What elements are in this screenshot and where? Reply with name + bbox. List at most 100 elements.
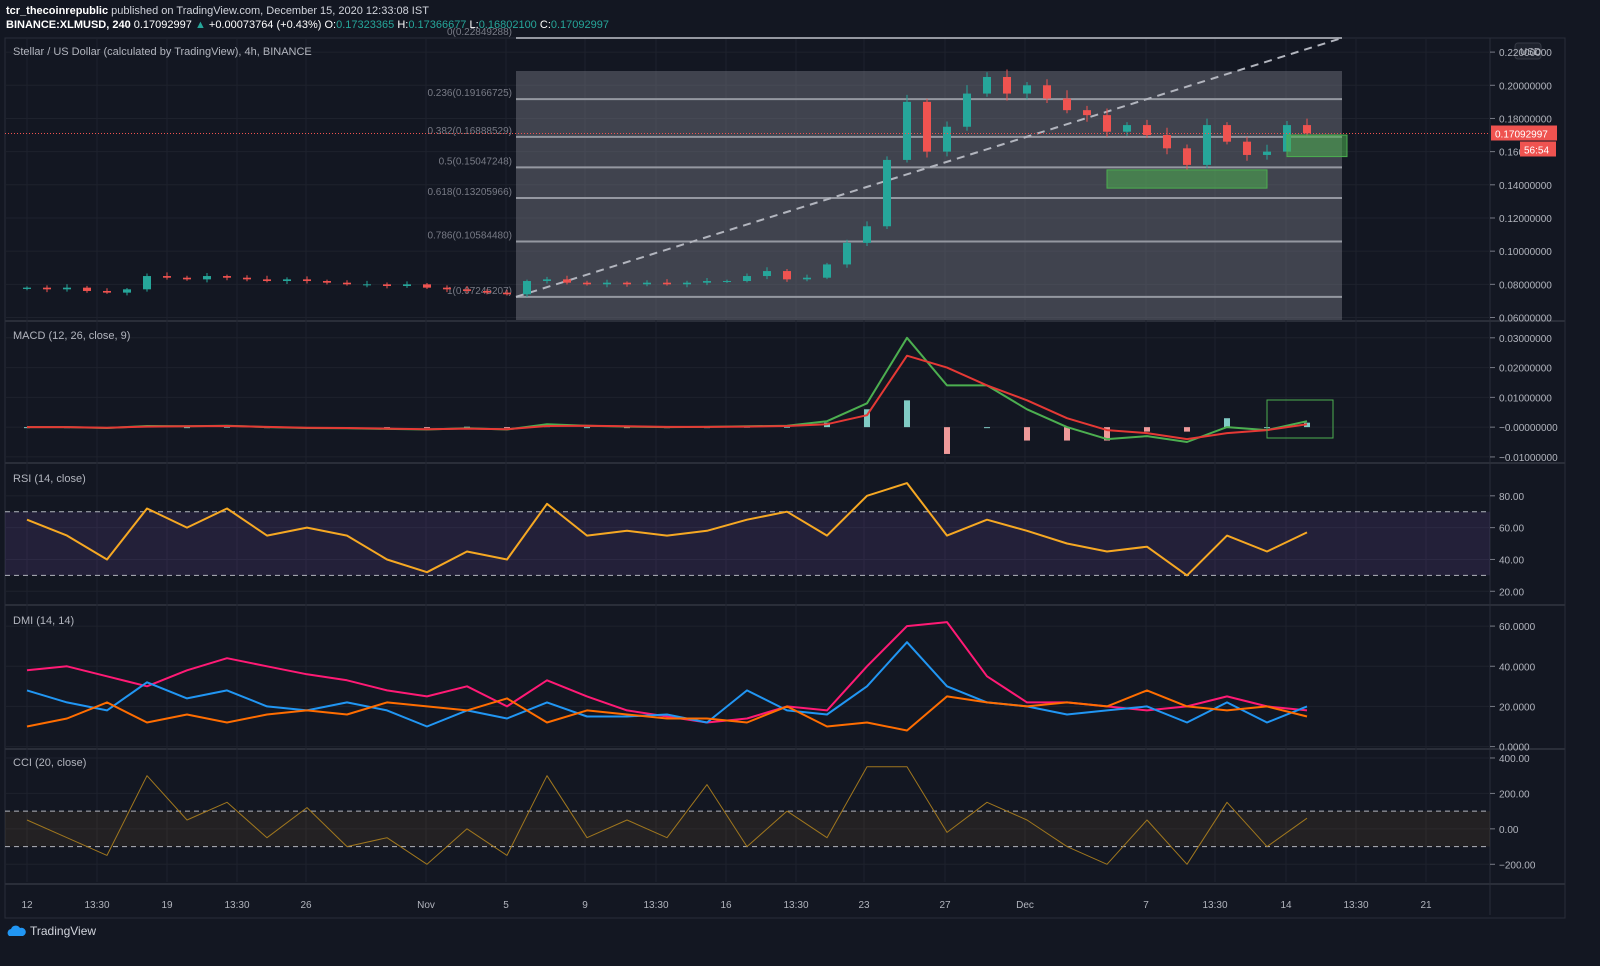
x-tick-label: 23: [858, 900, 870, 911]
candle-body: [223, 276, 231, 278]
fib-level-label: 0(0.22849288): [447, 27, 512, 38]
y-tick-label: 0.18000000: [1499, 114, 1552, 125]
candle-body: [843, 242, 851, 265]
y-tick-label: 20.0000: [1499, 702, 1536, 713]
candle-body: [63, 287, 71, 290]
candle-body: [1143, 125, 1151, 136]
candle-body: [323, 281, 331, 283]
candle-body: [1123, 125, 1131, 132]
macd-histogram-bar: [424, 427, 430, 429]
cci-pane-title: CCI (20, close): [13, 757, 86, 769]
x-tick-label: 9: [582, 900, 588, 911]
y-tick-label: 0.0000: [1499, 743, 1530, 754]
candle-body: [1263, 151, 1271, 155]
candle-body: [603, 282, 611, 285]
candle-body: [1003, 76, 1011, 94]
candle-body: [1183, 148, 1191, 165]
y-tick-label: 0.03000000: [1499, 334, 1552, 345]
x-tick-label: 26: [300, 900, 312, 911]
y-tick-label: 60.0000: [1499, 622, 1536, 633]
y-tick-label: 0.00: [1499, 825, 1519, 836]
candle-body: [883, 159, 891, 227]
macd-histogram-bar: [904, 400, 910, 428]
candle-body: [103, 290, 111, 293]
candle-body: [1083, 110, 1091, 116]
x-tick-label: 13:30: [1343, 900, 1368, 911]
candle-body: [283, 279, 291, 282]
x-tick-label: 13:30: [783, 900, 808, 911]
y-tick-label: 0.20000000: [1499, 81, 1552, 92]
x-tick-label: 27: [939, 900, 951, 911]
x-tick-label: 5: [503, 900, 509, 911]
y-tick-label: 20.00: [1499, 587, 1524, 598]
candle-body: [543, 279, 551, 282]
candle-body: [403, 284, 411, 286]
x-tick-label: 12: [21, 900, 33, 911]
x-tick-label: Nov: [417, 900, 435, 911]
fib-level-label: 0.236(0.19166725): [427, 88, 512, 99]
candle-body: [183, 277, 191, 280]
chart-canvas[interactable]: 0(0.22849288) 0.236(0.19166725) 0.382(0.16…: [0, 0, 1600, 920]
candle-body: [723, 281, 731, 283]
candle-body: [643, 282, 651, 285]
rsi-band: [5, 511, 1490, 576]
candle-body: [363, 284, 371, 286]
x-tick-label: 7: [1143, 900, 1149, 911]
macd-histogram-bar: [1144, 427, 1150, 432]
candle-body: [1303, 125, 1311, 134]
candle-body: [83, 287, 91, 291]
candle-body: [203, 276, 211, 280]
macd-histogram-bar: [1024, 427, 1030, 441]
candle-body: [743, 276, 751, 282]
macd-histogram-bar: [944, 427, 950, 454]
candle-body: [143, 276, 151, 290]
x-tick-label: 13:30: [224, 900, 249, 911]
y-tick-label: −200.00: [1499, 860, 1536, 871]
y-tick-label: 40.00: [1499, 555, 1524, 566]
candle-body: [963, 93, 971, 127]
cloud-logo-icon: [7, 925, 26, 936]
cci-band: [5, 811, 1490, 847]
candle-body: [783, 271, 791, 280]
x-tick-label: 14: [1280, 900, 1292, 911]
candle-body: [563, 279, 571, 283]
candle-body: [583, 282, 591, 285]
last-price-label: 0.17092997: [1495, 129, 1548, 140]
fib-level-label: 0.5(0.15047248): [439, 156, 512, 167]
candle-body: [703, 281, 711, 283]
y-tick-label: 0.06000000: [1499, 314, 1552, 325]
y-tick-label: 0.12000000: [1499, 214, 1552, 225]
candle-body: [463, 289, 471, 291]
macd-histogram-bar: [1184, 427, 1190, 432]
y-tick-label: −0.00000000: [1499, 423, 1558, 434]
fib-level-label: 0.786(0.10584480): [427, 230, 512, 241]
candle-body: [23, 287, 31, 289]
price-pane-title: Stellar / US Dollar (calculated by Tradi…: [13, 46, 312, 58]
y-tick-label: 0.10000000: [1499, 247, 1552, 258]
macd-histogram-bar: [584, 427, 590, 429]
brand-name: TradingView: [30, 924, 97, 938]
x-tick-label: 19: [161, 900, 173, 911]
candle-body: [1243, 141, 1251, 155]
support-zone-box: [1286, 134, 1348, 158]
x-tick-label: 21: [1420, 900, 1432, 911]
y-tick-label: 0.01000000: [1499, 393, 1552, 404]
candle-body: [763, 271, 771, 277]
candle-body: [823, 264, 831, 278]
x-tick-label: 13:30: [1202, 900, 1227, 911]
x-tick-label: 13:30: [643, 900, 668, 911]
candle-body: [483, 290, 491, 293]
tradingview-logo[interactable]: TradingView: [6, 924, 96, 938]
macd-pane-title: MACD (12, 26, close, 9): [13, 330, 130, 342]
y-tick-label: 0.08000000: [1499, 280, 1552, 291]
macd-histogram-bar: [504, 427, 510, 429]
candle-body: [123, 289, 131, 293]
y-tick-label: 80.00: [1499, 492, 1524, 503]
candle-body: [903, 101, 911, 160]
candle-body: [303, 279, 311, 282]
y-tick-label: 0.02000000: [1499, 364, 1552, 375]
candle-body: [243, 277, 251, 280]
y-tick-label: 0.22000000: [1499, 48, 1552, 59]
candle-body: [503, 292, 511, 295]
candle-body: [1043, 85, 1051, 99]
